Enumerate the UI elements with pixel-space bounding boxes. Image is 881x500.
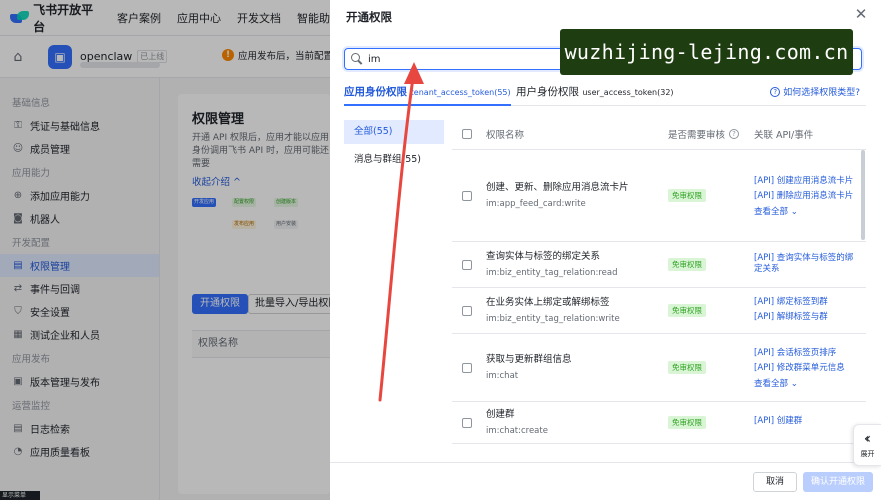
permission-code: im:chat bbox=[486, 370, 519, 381]
select-all-checkbox[interactable] bbox=[462, 128, 472, 139]
tab-user-token[interactable]: 用户身份权限 user_access_token(32) bbox=[516, 84, 674, 106]
column-header-api: 关联 API/事件 bbox=[754, 129, 814, 141]
table-row: 查询实体与标签的绑定关系 im:biz_entity_tag_relation:… bbox=[452, 242, 866, 288]
tab-label: 应用身份权限 bbox=[344, 86, 407, 98]
api-link[interactable]: [API] 删除应用消息流卡片 bbox=[754, 191, 854, 202]
expand-panel-button[interactable]: ‹‹ 展开 bbox=[853, 424, 881, 466]
search-icon bbox=[351, 53, 363, 65]
permission-code: im:biz_entity_tag_relation:write bbox=[486, 313, 620, 324]
review-badge: 免审权限 bbox=[668, 304, 706, 317]
column-header-review-label: 是否需要审核 bbox=[668, 129, 726, 141]
watermark-banner: wuzhijing-lejing.com.cn bbox=[560, 29, 853, 75]
scrollbar-thumb[interactable] bbox=[861, 150, 865, 240]
view-all-label: 查看全部 bbox=[754, 206, 789, 217]
drawer-footer: 取消 确认开通权限 bbox=[330, 462, 881, 500]
permission-title: 获取与更新群组信息 bbox=[486, 353, 572, 365]
column-header-name: 权限名称 bbox=[486, 129, 525, 141]
api-link[interactable]: [API] 会话标签页排序 bbox=[754, 348, 854, 359]
row-checkbox[interactable] bbox=[462, 259, 472, 270]
view-all-label: 查看全部 bbox=[754, 378, 789, 389]
api-link[interactable]: [API] 查询实体与标签的绑定关系 bbox=[754, 253, 854, 275]
table-row: 在业务实体上绑定或解绑标签 im:biz_entity_tag_relation… bbox=[452, 288, 866, 334]
table-row: 创建、更新、删除应用消息流卡片 im:app_feed_card:write 免… bbox=[452, 150, 866, 242]
chevron-down-icon: ⌄ bbox=[790, 206, 798, 217]
enable-permission-drawer: 开通权限 ✕ 应用身份权限 tenant_access_token(55) 用户… bbox=[330, 0, 881, 500]
row-checkbox[interactable] bbox=[462, 417, 472, 428]
tab-tenant-token[interactable]: 应用身份权限 tenant_access_token(55) bbox=[344, 84, 511, 106]
category-list: 全部(55) 消息与群组(55) bbox=[344, 120, 444, 176]
category-item-messaging[interactable]: 消息与群组(55) bbox=[344, 148, 444, 172]
table-row: 创建群 im:chat:create 免审权限 [API] 创建群 bbox=[452, 402, 866, 444]
api-link[interactable]: [API] 创建应用消息流卡片 bbox=[754, 176, 854, 187]
permission-title: 创建、更新、删除应用消息流卡片 bbox=[486, 181, 629, 193]
permission-code: im:chat:create bbox=[486, 425, 548, 436]
tab-label: 用户身份权限 bbox=[516, 86, 579, 98]
view-all-link[interactable]: 查看全部 ⌄ bbox=[754, 378, 854, 390]
row-checkbox[interactable] bbox=[462, 362, 472, 373]
table-scrollbar[interactable] bbox=[860, 150, 866, 450]
table-header: 权限名称 是否需要审核 ? 关联 API/事件 bbox=[452, 118, 866, 150]
chevron-down-icon: ⌄ bbox=[790, 378, 798, 389]
permission-title: 在业务实体上绑定或解绑标签 bbox=[486, 296, 610, 308]
category-item-all[interactable]: 全部(55) bbox=[344, 120, 444, 144]
table-row: 获取与更新群组信息 im:chat 免审权限 [API] 会话标签页排序 [AP… bbox=[452, 334, 866, 402]
drawer-title: 开通权限 bbox=[346, 10, 392, 24]
tab-sub-label: tenant_access_token(55) bbox=[410, 88, 511, 97]
permission-table: 权限名称 是否需要审核 ? 关联 API/事件 创建、更新、删除应用消息流卡片 … bbox=[452, 118, 866, 444]
api-link[interactable]: [API] 创建群 bbox=[754, 416, 854, 427]
expand-label: 展开 bbox=[860, 449, 875, 458]
api-link[interactable]: [API] 修改群菜单元信息 bbox=[754, 363, 854, 374]
question-icon[interactable]: ? bbox=[729, 128, 740, 139]
permission-title: 查询实体与标签的绑定关系 bbox=[486, 250, 601, 262]
permission-search-input[interactable] bbox=[368, 53, 568, 65]
column-header-review: 是否需要审核 ? bbox=[668, 127, 754, 141]
tab-sub-label: user_access_token(32) bbox=[582, 88, 674, 97]
api-link[interactable]: [API] 解绑标签与群 bbox=[754, 312, 854, 323]
modal-mask[interactable] bbox=[0, 0, 330, 500]
double-chevron-left-icon: ‹‹ bbox=[863, 430, 871, 447]
review-badge: 免审权限 bbox=[668, 258, 706, 271]
identity-tabs: 应用身份权限 tenant_access_token(55) 用户身份权限 us… bbox=[344, 80, 866, 106]
confirm-enable-button[interactable]: 确认开通权限 bbox=[803, 472, 873, 492]
permission-type-help-link[interactable]: ? 如何选择权限类型? bbox=[770, 85, 860, 98]
help-link-text: 如何选择权限类型? bbox=[783, 88, 860, 98]
row-checkbox[interactable] bbox=[462, 305, 472, 316]
api-link[interactable]: [API] 绑定标签到群 bbox=[754, 297, 854, 308]
permission-title: 创建群 bbox=[486, 408, 515, 420]
row-checkbox[interactable] bbox=[462, 190, 472, 201]
cancel-button[interactable]: 取消 bbox=[753, 472, 797, 492]
view-all-link[interactable]: 查看全部 ⌄ bbox=[754, 206, 854, 218]
question-icon: ? bbox=[770, 86, 781, 97]
review-badge: 免审权限 bbox=[668, 416, 706, 429]
review-badge: 免审权限 bbox=[668, 189, 706, 202]
review-badge: 免审权限 bbox=[668, 361, 706, 374]
close-icon[interactable]: ✕ bbox=[853, 6, 869, 22]
permission-code: im:biz_entity_tag_relation:read bbox=[486, 267, 618, 278]
permission-code: im:app_feed_card:write bbox=[486, 198, 586, 209]
